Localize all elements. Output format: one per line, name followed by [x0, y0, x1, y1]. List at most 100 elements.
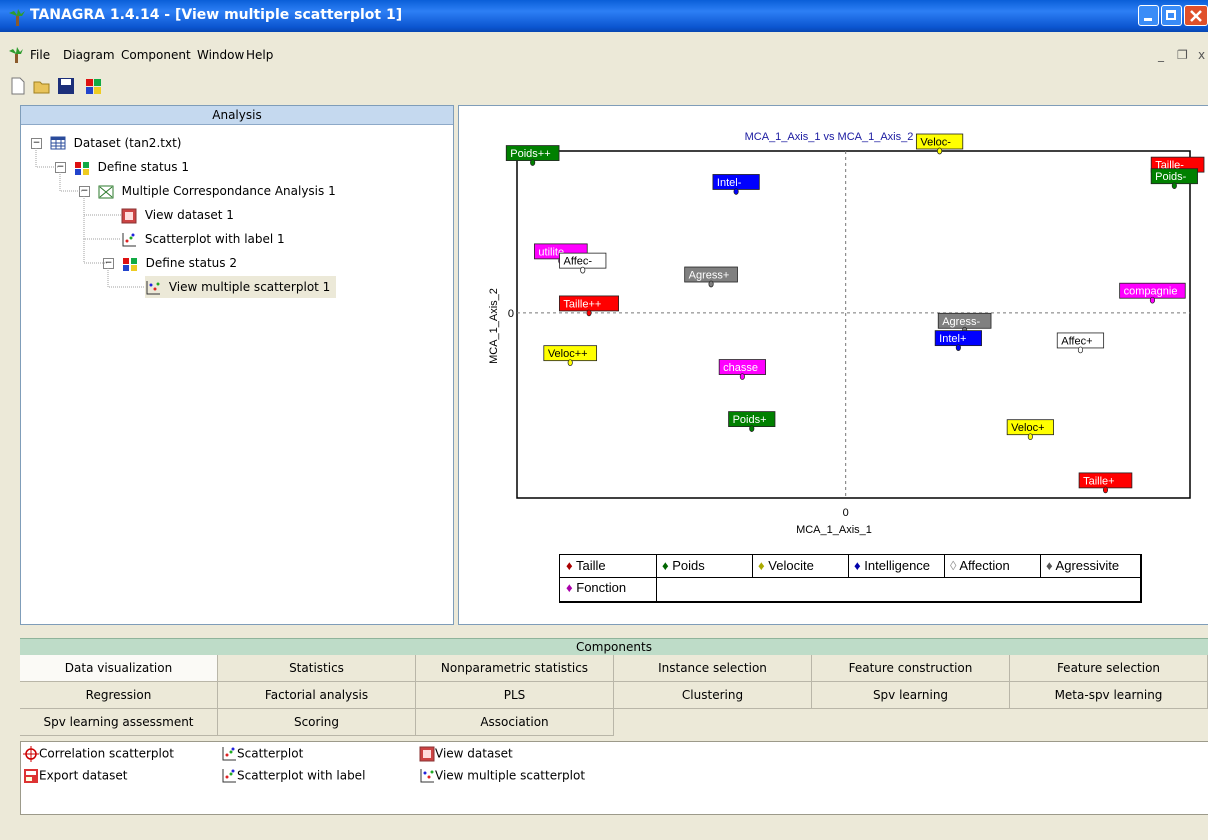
legend-item-affection: ◊ Affection	[950, 558, 1010, 573]
component-view-multiple-scatterplot[interactable]: View multiple scatterplot	[419, 768, 585, 784]
define-status-icon[interactable]	[84, 76, 104, 96]
component-tab[interactable]: Scoring	[218, 709, 416, 736]
table-icon	[50, 136, 66, 149]
legend-label: Velocite	[768, 558, 814, 573]
collapse-icon[interactable]: −	[103, 258, 114, 269]
chart-panel: MCA_1_Axis_1 vs MCA_1_Axis_2 0 0 MCA_1_A…	[458, 105, 1208, 625]
scatter-point: chasse	[718, 359, 766, 380]
scatter-point: Veloc+	[1006, 419, 1054, 441]
component-tab[interactable]: Factorial analysis	[218, 682, 416, 709]
component-tab[interactable]: Spv learning assessment	[20, 709, 218, 736]
component-tab[interactable]: Regression	[20, 682, 218, 709]
legend-item-velocite: ♦ Velocite	[758, 558, 814, 573]
tree-item-label: Define status 2	[145, 256, 237, 270]
x-axis-label: MCA_1_Axis_1	[796, 524, 872, 536]
scatter-point: Intel+	[934, 330, 982, 351]
component-tab[interactable]: Statistics	[218, 655, 416, 682]
point-label: Taille++	[563, 298, 601, 310]
legend-marker: ♦	[758, 558, 765, 573]
chart-legend: ♦ Taille ♦ Poids ♦ Velocite ♦ Intelligen…	[559, 554, 1142, 603]
point-label: Taille+	[1083, 475, 1115, 487]
component-tab[interactable]: Association	[416, 709, 614, 736]
menu-window[interactable]: Window	[197, 48, 244, 62]
point-marker	[1171, 182, 1177, 190]
y-axis-label: MCA_1_Axis_2	[488, 288, 500, 364]
define-status-icon	[122, 257, 137, 271]
collapse-icon[interactable]: −	[31, 138, 42, 149]
component-label: Scatterplot	[237, 746, 304, 761]
component-tab[interactable]: Instance selection	[614, 655, 812, 682]
open-folder-icon[interactable]	[32, 76, 52, 96]
scatter-point: Agress+	[684, 266, 738, 288]
close-button[interactable]	[1184, 5, 1208, 26]
legend-label: Agressivite	[1055, 558, 1120, 573]
toolbar	[0, 72, 1208, 100]
mdi-minimize-icon[interactable]: _	[1158, 48, 1164, 62]
component-correlation-scatterplot[interactable]: Correlation scatterplot	[23, 746, 174, 762]
legend-marker: ♦	[662, 558, 669, 573]
tree-item-dataset[interactable]: − Dataset (tan2.txt)	[31, 132, 181, 154]
collapse-icon[interactable]: −	[55, 162, 66, 173]
component-tab[interactable]: Spv learning	[812, 682, 1010, 709]
component-tab[interactable]: Meta-spv learning	[1010, 682, 1208, 709]
legend-item-taille: ♦ Taille	[566, 558, 606, 573]
tree-item-define-status-2[interactable]: − Define status 2	[103, 252, 237, 274]
y-origin-tick: 0	[508, 308, 514, 320]
dataset-icon	[121, 208, 137, 223]
component-tab[interactable]: Feature selection	[1010, 655, 1208, 682]
scatter-point: Poids+	[728, 411, 776, 432]
mdi-restore-icon[interactable]: ❐	[1177, 48, 1188, 62]
legend-marker: ◊	[950, 558, 957, 573]
mdi-close-icon[interactable]: x	[1198, 48, 1205, 62]
legend-label: Poids	[672, 558, 705, 573]
minimize-button[interactable]	[1138, 5, 1159, 26]
points-layer: Poids++Veloc-Taille-Poids-Intel-utiliteA…	[505, 133, 1205, 494]
component-export-dataset[interactable]: Export dataset	[23, 768, 127, 784]
point-label: Agress+	[689, 270, 730, 282]
window-title: TANAGRA 1.4.14 - [View multiple scatterp…	[30, 7, 403, 23]
collapse-icon[interactable]: −	[79, 186, 90, 197]
tree-item-view-multiple-scatterplot[interactable]: View multiple scatterplot 1	[145, 276, 337, 298]
component-tab[interactable]: Clustering	[614, 682, 812, 709]
legend-marker: ♦	[566, 558, 573, 573]
menu-file[interactable]: File	[30, 48, 50, 62]
analysis-panel: Analysis − Dataset (tan2.txt) − Define s…	[20, 105, 454, 625]
title-bar[interactable]: TANAGRA 1.4.14 - [View multiple scatterp…	[0, 0, 1208, 32]
menu-component[interactable]: Component	[121, 48, 191, 62]
component-label: Correlation scatterplot	[39, 746, 174, 761]
component-scatterplot-with-label[interactable]: Scatterplot with label	[221, 768, 365, 784]
tree-item-mca[interactable]: − Multiple Correspondance Analysis 1	[79, 180, 336, 202]
multi-scatter-icon	[146, 280, 160, 294]
component-tab[interactable]: Nonparametric statistics	[416, 655, 614, 682]
point-label: Veloc+	[1011, 422, 1044, 434]
point-label: Poids-	[1155, 171, 1187, 183]
maximize-button[interactable]	[1161, 5, 1182, 26]
component-scatterplot[interactable]: Scatterplot	[221, 746, 303, 762]
legend-item-intelligence: ♦ Intelligence	[854, 558, 930, 573]
tree-item-label: Scatterplot with label 1	[144, 232, 285, 246]
point-marker	[1027, 433, 1033, 441]
menu-diagram[interactable]: Diagram	[63, 48, 115, 62]
tree-item-scatterplot-label[interactable]: Scatterplot with label 1	[121, 228, 285, 250]
save-icon[interactable]	[56, 76, 76, 96]
component-tab[interactable]: Feature construction	[812, 655, 1010, 682]
point-marker	[733, 188, 739, 195]
analysis-header: Analysis	[21, 106, 453, 125]
chart-title: MCA_1_Axis_1 vs MCA_1_Axis_2	[745, 131, 914, 143]
tree-item-label: View multiple scatterplot 1	[168, 280, 331, 294]
components-list: Correlation scatterplot Scatterplot View…	[20, 741, 1208, 815]
component-tab[interactable]: PLS	[416, 682, 614, 709]
point-label: Affec+	[1061, 335, 1092, 347]
component-tab[interactable]: Data visualization	[20, 655, 218, 682]
point-label: Intel-	[717, 177, 742, 189]
menu-help[interactable]: Help	[246, 48, 273, 62]
legend-item-poids: ♦ Poids	[662, 558, 705, 573]
tree-item-define-status-1[interactable]: − Define status 1	[55, 156, 189, 178]
tree-item-view-dataset[interactable]: View dataset 1	[121, 204, 234, 226]
component-view-dataset[interactable]: View dataset	[419, 746, 513, 762]
tree-item-label: View dataset 1	[144, 208, 234, 222]
maximize-icon	[1166, 10, 1176, 20]
new-file-icon[interactable]	[8, 76, 28, 96]
scatter-chart: MCA_1_Axis_1 vs MCA_1_Axis_2 0 0 MCA_1_A…	[488, 131, 1205, 536]
point-marker	[567, 359, 573, 367]
